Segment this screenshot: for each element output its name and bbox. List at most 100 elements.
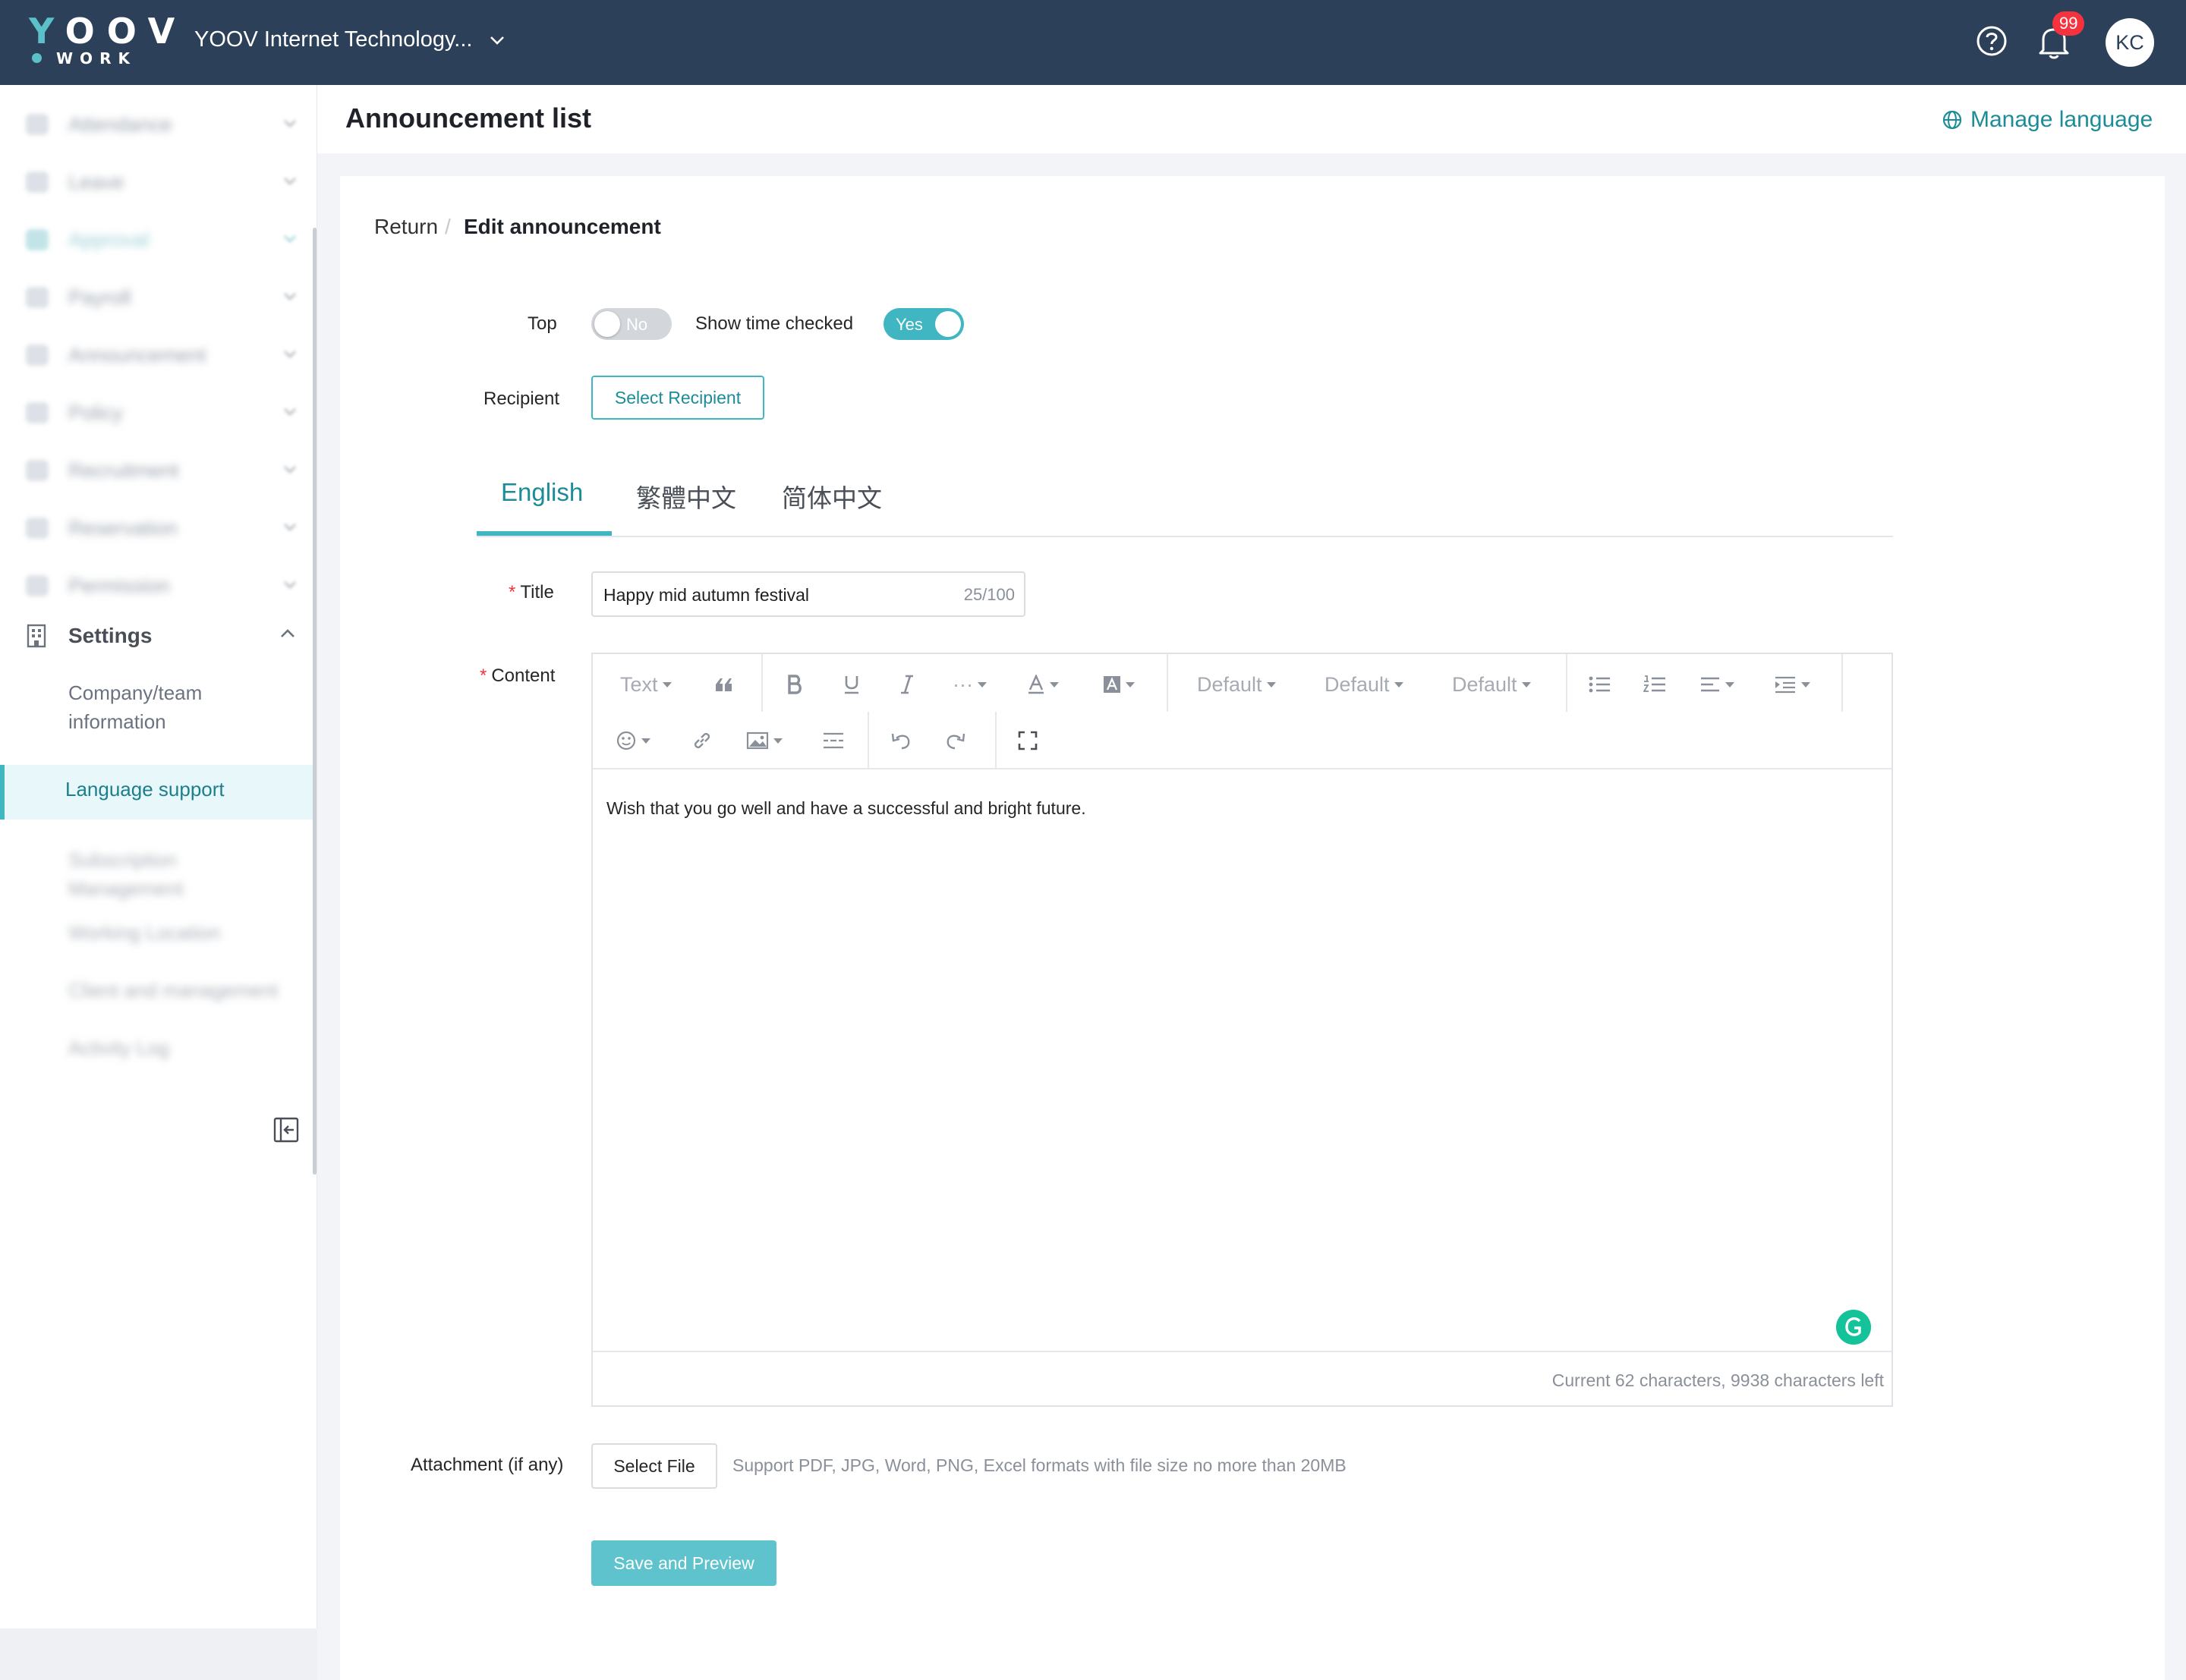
avatar[interactable]: KC [2106, 18, 2154, 67]
emoji-icon [616, 731, 636, 750]
sidebar-item-label: Policy [68, 401, 124, 424]
caret-down-icon [1725, 681, 1734, 687]
link-button[interactable] [691, 725, 713, 756]
divider-icon [824, 732, 843, 749]
sidebar-subitem-activity-log[interactable]: Activity Log [68, 1033, 296, 1062]
collapse-sidebar-icon[interactable] [273, 1117, 299, 1143]
align-dropdown[interactable] [1699, 669, 1734, 700]
calendar-icon [26, 518, 49, 539]
chevron-down-icon [490, 36, 505, 45]
chevron-down-icon [284, 408, 296, 416]
select-file-button[interactable]: Select File [591, 1443, 717, 1489]
align-left-icon [1701, 677, 1719, 692]
sidebar-item-label: Settings [68, 624, 153, 647]
rich-text-editor[interactable]: Text ··· Default Default Default Wish th… [591, 653, 1893, 1407]
highlight-color-dropdown[interactable] [1103, 669, 1135, 700]
chevron-down-icon [284, 178, 296, 185]
underline-button[interactable] [843, 669, 860, 700]
caret-down-icon [773, 738, 783, 744]
caret-down-icon [1394, 681, 1403, 687]
sidebar-subitem-company-info[interactable]: Company/team information [68, 678, 296, 736]
sidebar-scrollbar[interactable] [313, 228, 317, 1175]
sidebar-item-payroll[interactable]: Payroll [0, 269, 313, 326]
more-formats-dropdown[interactable]: ··· [953, 669, 987, 700]
numbered-list-button[interactable] [1643, 669, 1666, 700]
sidebar-item-label: Approval [68, 228, 150, 251]
briefcase-icon [26, 460, 49, 481]
content-label: * Content [480, 665, 556, 686]
chevron-down-icon [284, 351, 296, 358]
manage-language-label: Manage language [1970, 107, 2153, 132]
logo-text: YOOV [29, 11, 187, 52]
recipient-label: Recipient [484, 389, 560, 409]
logo-dot [32, 53, 42, 63]
save-and-preview-button[interactable]: Save and Preview [591, 1540, 776, 1586]
horizontal-rule-button[interactable] [822, 725, 845, 756]
sidebar-item-policy[interactable]: Policy [0, 384, 313, 442]
sidebar-subitem-working-location[interactable]: Working Location [68, 918, 296, 947]
indent-dropdown[interactable] [1774, 669, 1810, 700]
sidebar-item-announcement[interactable]: Announcement [0, 326, 313, 384]
attachment-label: Attachment (if any) [411, 1455, 564, 1475]
undo-button[interactable] [890, 725, 912, 756]
editor-content[interactable]: Wish that you go well and have a success… [606, 798, 1086, 819]
megaphone-icon [26, 344, 49, 366]
title-input-value: Happy mid autumn festival [603, 585, 810, 605]
key-icon [26, 575, 49, 596]
document-icon [26, 402, 49, 423]
bullet-list-button[interactable] [1589, 669, 1611, 700]
sidebar-subitem-label: Language support [65, 778, 225, 801]
company-name: YOOV Internet Technology... [194, 27, 473, 52]
title-input[interactable]: Happy mid autumn festival 25/100 [591, 571, 1025, 617]
top-toggle[interactable]: No [591, 308, 672, 340]
show-time-label: Show time checked [695, 313, 854, 334]
sidebar-item-recruitment[interactable]: Recruitment [0, 442, 313, 499]
indent-icon [1775, 676, 1795, 694]
sidebar-item-label: Attendance [68, 113, 172, 136]
help-icon[interactable] [1975, 24, 2008, 58]
sidebar-item-permission[interactable]: Permission [0, 557, 313, 615]
sidebar-item-attendance[interactable]: Attendance [0, 96, 313, 153]
show-time-toggle[interactable]: Yes [884, 308, 964, 340]
chevron-down-icon [284, 524, 296, 531]
tab-traditional-chinese[interactable]: 繁體中文 [636, 478, 736, 514]
globe-icon [1942, 110, 1962, 130]
font-size-dropdown[interactable]: Default [1325, 669, 1403, 700]
sidebar-subitem-language-support[interactable]: Language support [0, 765, 313, 820]
image-dropdown[interactable] [746, 725, 783, 756]
emoji-dropdown[interactable] [616, 725, 650, 756]
bold-button[interactable] [787, 669, 802, 700]
breadcrumb-return[interactable]: Return [374, 215, 438, 239]
italic-button[interactable] [899, 669, 915, 700]
select-recipient-button[interactable]: Select Recipient [591, 376, 764, 420]
font-family-dropdown[interactable]: Default [1197, 669, 1276, 700]
font-color-dropdown[interactable] [1027, 669, 1059, 700]
tab-english[interactable]: English [501, 478, 583, 507]
chevron-down-icon [284, 293, 296, 300]
font-family-value: Default [1197, 672, 1262, 696]
fullscreen-button[interactable] [1018, 725, 1038, 756]
sidebar-item-label: Permission [68, 574, 170, 597]
editor-footer: Current 62 characters, 9938 characters l… [593, 1351, 1891, 1405]
line-height-dropdown[interactable]: Default [1452, 669, 1531, 700]
file-format-hint: Support PDF, JPG, Word, PNG, Excel forma… [732, 1455, 1347, 1475]
sidebar-item-approval[interactable]: Approval [0, 211, 313, 269]
blockquote-button[interactable] [714, 669, 734, 700]
sidebar-item-leave[interactable]: Leave [0, 153, 313, 211]
sidebar-subitem-subscription[interactable]: Subscription Management [68, 845, 220, 903]
caret-down-icon [977, 681, 987, 687]
language-tabs: English 繁體中文 简体中文 [477, 464, 1893, 537]
building-icon [27, 624, 46, 648]
sidebar-item-reservation[interactable]: Reservation [0, 499, 313, 557]
tab-simplified-chinese[interactable]: 简体中文 [782, 478, 882, 514]
company-switcher[interactable]: YOOV Internet Technology... [194, 27, 506, 52]
yoov-work-logo[interactable]: YOOV WORK [29, 12, 175, 68]
grammarly-icon[interactable] [1836, 1310, 1871, 1345]
manage-language-link[interactable]: Manage language [1942, 107, 2153, 133]
sidebar-subitem-client-management[interactable]: Client and management [68, 976, 296, 1005]
redo-button[interactable] [945, 725, 966, 756]
money-icon [26, 287, 49, 308]
sidebar-item-settings[interactable]: Settings [0, 607, 313, 665]
text-style-dropdown[interactable]: Text [620, 669, 672, 700]
toolbar-divider [1167, 654, 1168, 712]
